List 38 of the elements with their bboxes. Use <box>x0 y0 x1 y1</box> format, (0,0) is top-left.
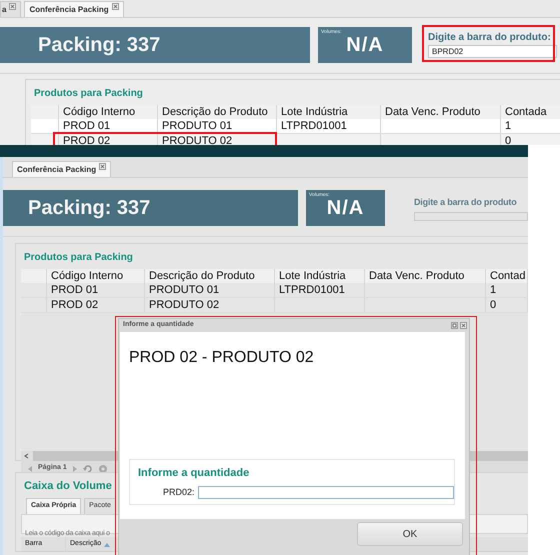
quantity-field[interactable] <box>198 486 454 500</box>
close-icon[interactable] <box>9 3 16 10</box>
sort-ascending-icon <box>104 542 110 546</box>
ok-button[interactable]: OK <box>357 522 463 546</box>
table-cell: PRODUTO 02 <box>145 298 275 312</box>
close-icon[interactable] <box>460 322 467 329</box>
packing-title: Packing: 337 <box>3 190 298 226</box>
dialog-heading: PROD 02 - PRODUTO 02 <box>129 348 314 368</box>
table-cell: PROD 01 <box>59 119 158 133</box>
barcode-field[interactable]: BPRD02 <box>428 45 557 58</box>
barcode-label: Digite a barra do produto: <box>428 31 552 44</box>
table-cell: 1 <box>486 283 528 297</box>
volumes-value: N/A <box>326 198 366 218</box>
table-cell: PRODUTO 01 <box>158 119 277 133</box>
next-page-icon[interactable] <box>72 464 78 472</box>
packing-title: Packing: 337 <box>0 27 310 63</box>
close-icon[interactable] <box>99 163 106 170</box>
section-legend: Produtos para Packing <box>22 251 135 265</box>
barcode-label: Digite a barra do produto <box>414 196 518 209</box>
table-cell: PROD 02 <box>47 298 145 312</box>
volumes-value: N/A <box>345 35 385 55</box>
barcode-field[interactable] <box>414 212 528 220</box>
field-label: PRD02: <box>163 486 195 499</box>
close-icon[interactable] <box>112 3 119 10</box>
table-cell: 0 <box>486 298 528 312</box>
tab[interactable]: Conferência Packing <box>12 161 112 177</box>
table-cell: PRODUTO 01 <box>145 283 275 297</box>
section-legend: Informe a quantidade <box>136 466 252 480</box>
refresh-icon[interactable] <box>82 464 93 474</box>
table-cell: LTPRD01001 <box>277 119 381 133</box>
table-cell: PROD 01 <box>47 283 145 297</box>
tab[interactable]: a <box>0 1 22 17</box>
table-cell: 1 <box>501 119 560 133</box>
section-legend: Produtos para Packing <box>32 87 145 101</box>
table-cell: LTPRD01001 <box>275 283 365 297</box>
maximize-icon[interactable] <box>451 322 458 329</box>
tab[interactable]: Conferência Packing <box>24 1 124 17</box>
first-page-icon[interactable] <box>27 464 33 472</box>
